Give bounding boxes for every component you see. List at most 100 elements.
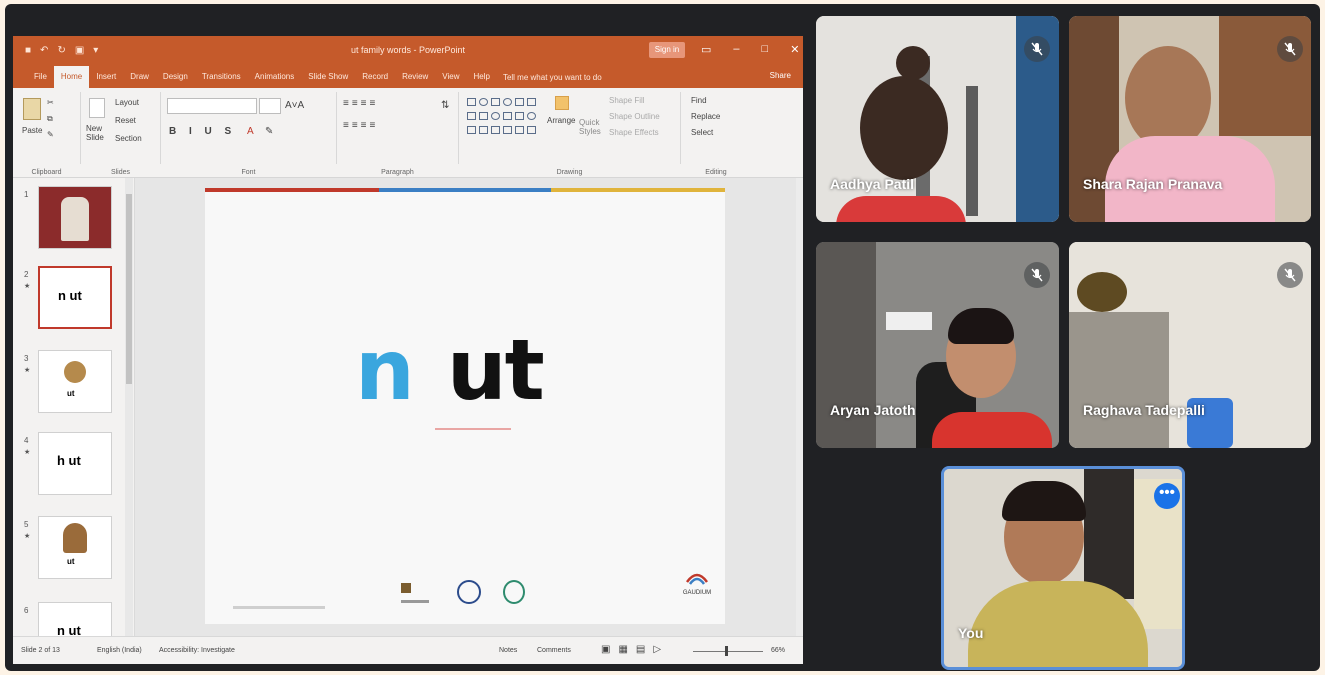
language-status[interactable]: English (India): [97, 647, 142, 654]
tab-animations[interactable]: Animations: [248, 66, 302, 88]
top-stripe-blue: [379, 188, 551, 192]
participant-name: You: [958, 625, 984, 641]
slide-thumbnail-2[interactable]: n ut: [38, 266, 112, 329]
ribbon: Paste ✂ ⧉ ✎ Clipboard New Slide Layout R…: [13, 88, 803, 178]
slide-thumbnail-5[interactable]: ut: [38, 516, 112, 579]
notes-button[interactable]: Notes: [499, 647, 517, 654]
participant-figure: [860, 76, 948, 180]
participant-figure: [836, 196, 966, 222]
status-bar: Slide 2 of 13 English (India) Accessibil…: [13, 636, 803, 664]
more-options-button[interactable]: •••: [1154, 483, 1180, 509]
participant-tile[interactable]: Aadhya Patil: [816, 16, 1059, 222]
slide-number: 6: [24, 606, 29, 615]
zoom-slider[interactable]: [693, 651, 763, 652]
word-display: n ut: [355, 328, 545, 412]
accessibility-status[interactable]: Accessibility: Investigate: [159, 647, 235, 654]
tab-home[interactable]: Home: [53, 66, 90, 88]
gaudium-emblem-icon: [685, 573, 709, 585]
share-button[interactable]: Share: [770, 71, 791, 80]
font-color-icon[interactable]: A: [247, 126, 254, 137]
clipboard-group: Paste ✂ ⧉ ✎ Clipboard: [13, 92, 81, 176]
new-slide-icon[interactable]: [89, 98, 105, 118]
tell-me-search[interactable]: Tell me what you want to do: [503, 73, 602, 82]
quick-styles-button[interactable]: Quick Styles: [579, 118, 603, 136]
tab-design[interactable]: Design: [156, 66, 195, 88]
align-icons[interactable]: ≡≡≡≡: [343, 120, 378, 131]
font-label: Font: [241, 169, 256, 176]
section-button[interactable]: Section: [115, 134, 142, 143]
slide-thumbnail-1[interactable]: [38, 186, 112, 249]
mic-muted-icon: [1277, 262, 1303, 288]
participant-figure: [932, 412, 1052, 448]
text-direction-icon[interactable]: ⇅: [441, 100, 449, 111]
thumbnail-word: n ut: [58, 288, 82, 303]
arrange-icon[interactable]: [555, 96, 569, 110]
copy-icon[interactable]: ⧉: [47, 114, 53, 124]
select-button[interactable]: Select: [691, 128, 713, 137]
tab-help[interactable]: Help: [467, 66, 497, 88]
ribbon-display-icon[interactable]: ▭: [701, 43, 711, 56]
scrollbar-thumb[interactable]: [126, 194, 132, 384]
thumbnails-scrollbar[interactable]: [125, 178, 133, 636]
tab-transitions[interactable]: Transitions: [195, 66, 248, 88]
format-painter-icon[interactable]: ✎: [47, 130, 54, 139]
drawing-label: Drawing: [556, 169, 583, 176]
slide-thumbnail-4[interactable]: h ut: [38, 432, 112, 495]
find-button[interactable]: Find: [691, 96, 707, 105]
tab-insert[interactable]: Insert: [89, 66, 123, 88]
zoom-level[interactable]: 66%: [771, 647, 785, 654]
current-slide[interactable]: n ut GAUDIUM: [205, 188, 725, 624]
maximize-icon[interactable]: □: [762, 43, 769, 56]
cut-icon[interactable]: ✂: [47, 98, 54, 107]
shape-fill-button[interactable]: Shape Fill: [609, 96, 645, 105]
participant-tile[interactable]: Aryan Jatoth: [816, 242, 1059, 448]
participant-name: Aryan Jatoth: [830, 402, 916, 418]
highlight-icon[interactable]: ✎: [265, 126, 273, 137]
mic-muted-icon: [1024, 262, 1050, 288]
slide-number: 4: [24, 436, 29, 445]
close-icon[interactable]: ✕: [790, 43, 799, 56]
paste-icon[interactable]: [23, 98, 41, 120]
canvas-scrollbar[interactable]: [796, 178, 803, 636]
new-slide-button[interactable]: New Slide: [86, 124, 116, 142]
minimize-icon[interactable]: –: [733, 43, 739, 56]
replace-button[interactable]: Replace: [691, 112, 720, 121]
slide-thumbnail-6[interactable]: n ut: [38, 602, 112, 636]
format-buttons[interactable]: B I U S: [169, 126, 236, 137]
shape-effects-button[interactable]: Shape Effects: [609, 128, 659, 137]
layout-button[interactable]: Layout: [115, 98, 139, 107]
reset-button[interactable]: Reset: [115, 116, 136, 125]
participant-tile[interactable]: Shara Rajan Pranava: [1069, 16, 1311, 222]
tab-slide-show[interactable]: Slide Show: [301, 66, 355, 88]
tab-draw[interactable]: Draw: [123, 66, 156, 88]
tab-review[interactable]: Review: [395, 66, 435, 88]
view-buttons[interactable]: ▣▦▤▷: [601, 644, 669, 655]
tab-view[interactable]: View: [435, 66, 466, 88]
slide-thumbnail-3[interactable]: ut: [38, 350, 112, 413]
grow-font-icon[interactable]: A˅A: [285, 100, 304, 111]
shape-outline-button[interactable]: Shape Outline: [609, 112, 660, 121]
onset-letter: n: [355, 321, 415, 419]
editing-label: Editing: [705, 169, 727, 176]
mic-muted-icon: [1277, 36, 1303, 62]
thumbnail-word: ut: [67, 557, 75, 566]
self-view-tile[interactable]: You •••: [941, 466, 1185, 670]
font-size-input[interactable]: [259, 98, 281, 114]
ribbon-tabs: File Home Insert Draw Design Transitions…: [13, 66, 803, 88]
comments-button[interactable]: Comments: [537, 647, 571, 654]
school-logo-3: [503, 580, 525, 604]
arrange-button[interactable]: Arrange: [547, 116, 575, 125]
paragraph-group: ≡≡≡≡ ≡≡≡≡ ⇅ Paragraph: [337, 92, 459, 176]
hut-image: [63, 523, 87, 553]
participant-tile[interactable]: Raghava Tadepalli: [1069, 242, 1311, 448]
list-icons[interactable]: ≡≡≡≡: [343, 98, 378, 109]
font-name-input[interactable]: [167, 98, 257, 114]
slide-number: 3: [24, 354, 29, 363]
paste-label[interactable]: Paste: [22, 126, 42, 135]
zoom-slider-handle[interactable]: [725, 646, 728, 656]
thumbnail-word: h ut: [57, 453, 81, 468]
tab-file[interactable]: File: [27, 66, 54, 88]
sign-in-button[interactable]: Sign in: [649, 42, 685, 58]
tab-record[interactable]: Record: [355, 66, 395, 88]
thumbnail-photo: [61, 197, 89, 241]
